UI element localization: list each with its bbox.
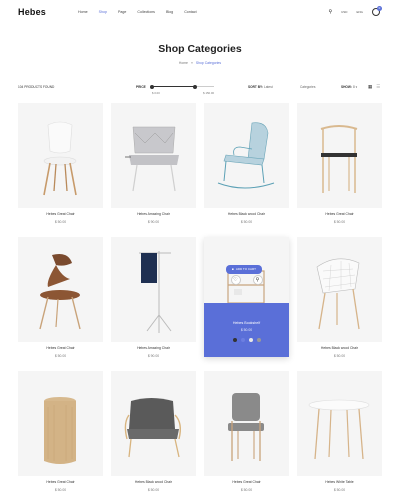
product-card[interactable]: Hebes Black wood Chair $ 50.00: [297, 237, 382, 358]
product-name[interactable]: Hebes Black wood Chair: [204, 212, 289, 216]
product-card[interactable]: Hebes Great Chair $ 50.00: [18, 103, 103, 224]
product-image[interactable]: [297, 237, 382, 342]
product-price: $ 50.00: [333, 488, 346, 492]
product-name[interactable]: Hebes Great Chair: [204, 480, 289, 484]
price-max: $ 150.00: [203, 91, 214, 95]
color-swatch[interactable]: [256, 338, 261, 342]
category-select[interactable]: Categories: [300, 85, 315, 89]
language-selector[interactable]: ENG: [356, 10, 363, 14]
product-image[interactable]: [204, 103, 289, 208]
nav-page[interactable]: Page: [118, 10, 126, 14]
color-swatches: [204, 338, 289, 342]
wishlist-icon[interactable]: ♡: [230, 275, 241, 285]
hover-info-panel: Hebes Bookshelf $ 50.00: [204, 303, 289, 357]
product-name[interactable]: Hebes Bookshelf: [204, 321, 289, 325]
product-card[interactable]: Hebes Great Chair $ 50.00: [18, 371, 103, 492]
color-swatch[interactable]: [240, 338, 245, 342]
product-image[interactable]: [111, 103, 196, 208]
product-price: $ 50.00: [333, 354, 346, 358]
color-swatch[interactable]: [248, 338, 253, 342]
view-toggle: ▦ ☰: [368, 84, 380, 90]
product-card[interactable]: Hebes Great Chair $ 50.00: [297, 103, 382, 224]
product-image[interactable]: [297, 371, 382, 476]
filter-bar: 104 PRODUCTS FOUND PRICE $ 0.00 $ 150.00…: [18, 82, 382, 98]
show-label: SHOW:: [341, 85, 352, 89]
breadcrumb-current: Shop Categories: [195, 61, 222, 65]
product-image[interactable]: [111, 237, 196, 342]
nav-home[interactable]: Home: [78, 10, 88, 14]
product-price: $ 50.00: [54, 488, 67, 492]
price-min: $ 0.00: [152, 91, 160, 95]
product-price: $ 50.00: [54, 354, 67, 358]
product-name[interactable]: Hebes Black wood Chair: [111, 480, 196, 484]
color-swatch[interactable]: [232, 338, 237, 342]
logo[interactable]: Hebes: [18, 7, 46, 17]
product-card[interactable]: Hebes Great Chair $ 50.00: [18, 237, 103, 358]
product-image[interactable]: [297, 103, 382, 208]
product-price: $ 90.00: [147, 220, 160, 224]
price-slider-fill: [152, 86, 196, 87]
main-nav: Home Shop Page Collections Blog Contact: [78, 10, 197, 14]
product-price: $ 50.00: [333, 220, 346, 224]
site-header: Hebes Home Shop Page Collections Blog Co…: [0, 0, 400, 26]
nav-shop[interactable]: Shop: [99, 10, 107, 14]
product-name[interactable]: Hebes Great Chair: [297, 212, 382, 216]
quick-actions: ♡ ⚲: [204, 275, 289, 285]
nav-collections[interactable]: Collections: [137, 10, 155, 14]
product-card[interactable]: Hebes White Table $ 50.00: [297, 371, 382, 492]
price-slider[interactable]: [150, 84, 214, 89]
product-name[interactable]: Hebes Amazing Chair: [111, 212, 196, 216]
product-name[interactable]: Hebes Great Chair: [18, 212, 103, 216]
currency-selector[interactable]: USD: [341, 10, 347, 14]
price-slider-max-handle[interactable]: [193, 84, 198, 89]
add-to-cart-label: ADD TO CART: [235, 267, 256, 271]
product-price: $ 90.00: [147, 354, 160, 358]
product-price: $ 50.00: [240, 488, 253, 492]
breadcrumb-home[interactable]: Home: [179, 61, 188, 65]
product-price: $ 50.00: [240, 220, 253, 224]
grid-view-icon[interactable]: ▦: [368, 84, 372, 90]
breadcrumb-separator: »: [190, 61, 193, 65]
product-count: 104 PRODUCTS FOUND: [18, 85, 55, 89]
cart-count-badge: 0: [377, 6, 382, 11]
product-card[interactable]: Hebes Black wood Chair $ 50.00: [204, 103, 289, 224]
product-hover-panel[interactable]: ■ ADD TO CART ♡ ⚲ Hebes Bookshelf $ 50.0…: [204, 237, 289, 357]
header-icons: ⚲ USD ENG 0: [328, 6, 382, 16]
product-card[interactable]: Hebes Amazing Chair $ 90.00: [111, 237, 196, 358]
cart-icon[interactable]: 0: [372, 6, 382, 16]
product-name[interactable]: Hebes Black wood Chair: [297, 346, 382, 350]
product-card[interactable]: Hebes Black wood Chair $ 50.00: [111, 371, 196, 492]
add-to-cart-button[interactable]: ■ ADD TO CART: [226, 265, 262, 274]
price-slider-min-handle[interactable]: [150, 84, 154, 89]
list-view-icon[interactable]: ☰: [376, 84, 380, 90]
breadcrumb: Home» Shop Categories: [0, 61, 400, 65]
quick-view-icon[interactable]: ⚲: [252, 275, 263, 285]
product-image[interactable]: [204, 371, 289, 476]
product-card[interactable]: Hebes Great Chair $ 50.00: [204, 371, 289, 492]
product-image[interactable]: [18, 237, 103, 342]
nav-contact[interactable]: Contact: [184, 10, 196, 14]
price-range-values: $ 0.00 $ 150.00: [152, 91, 214, 95]
product-image[interactable]: [18, 103, 103, 208]
nav-blog[interactable]: Blog: [166, 10, 173, 14]
sort-label: SORT BY:: [248, 85, 263, 89]
product-price: $ 50.00: [54, 220, 67, 224]
product-image[interactable]: [18, 371, 103, 476]
search-icon[interactable]: ⚲: [328, 9, 332, 15]
product-image[interactable]: [111, 371, 196, 476]
product-name[interactable]: Hebes White Table: [297, 480, 382, 484]
product-name[interactable]: Hebes Amazing Chair: [111, 346, 196, 350]
product-name[interactable]: Hebes Great Chair: [18, 346, 103, 350]
cart-icon: ■: [232, 267, 234, 271]
product-card[interactable]: Hebes Amazing Chair $ 90.00: [111, 103, 196, 224]
price-label: PRICE: [136, 85, 146, 89]
product-price: $ 50.00: [147, 488, 160, 492]
sort-select[interactable]: Latest: [264, 85, 273, 89]
product-name[interactable]: Hebes Great Chair: [18, 480, 103, 484]
show-select[interactable]: 8 ▾: [353, 85, 357, 89]
product-price: $ 50.00: [240, 328, 253, 332]
page-title: Shop Categories: [158, 43, 242, 55]
